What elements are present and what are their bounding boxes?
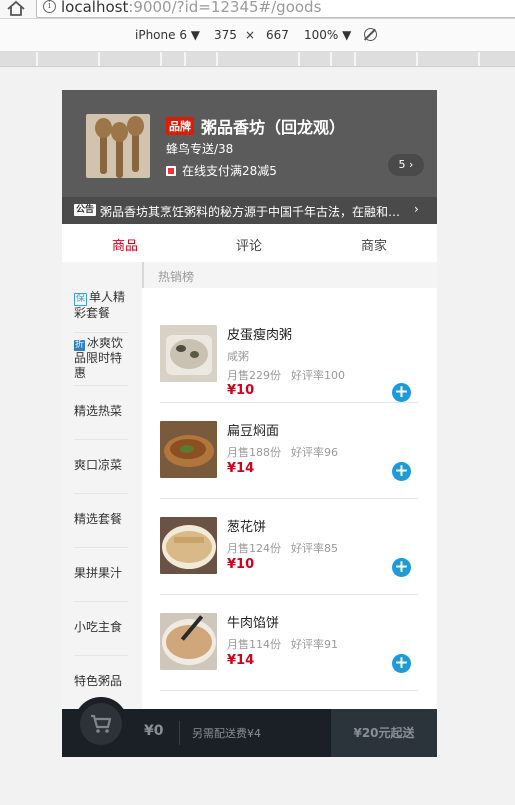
add-to-cart-button[interactable]: + — [392, 654, 411, 673]
add-to-cart-button[interactable]: + — [392, 558, 411, 577]
tab-goods[interactable]: 商品 — [112, 235, 138, 254]
section-title-text: 热销榜 — [158, 270, 195, 284]
bulletin-tag: 公告 — [74, 204, 97, 216]
zoom-label: 100% — [304, 28, 339, 42]
sold-count: 月售124份 — [227, 542, 281, 555]
bulletin-bar[interactable]: 公告 粥品香坊其烹饪粥料的秘方源于中国千年古法，在融和现代制作工艺，由世代厨师精… — [62, 197, 437, 224]
checkout-button[interactable]: ¥20元起送 — [331, 709, 437, 757]
width-field[interactable]: 375 — [214, 28, 237, 42]
food-desc: 咸粥 — [227, 350, 249, 363]
tab-seller[interactable]: 商家 — [361, 235, 387, 254]
sold-count: 月售114份 — [227, 638, 281, 651]
rating: 好评率85 — [291, 542, 338, 555]
food-image — [160, 517, 217, 574]
food-price: ¥10 — [227, 383, 255, 398]
food-item[interactable]: 皮蛋瘦肉粥 咸粥 月售229份 好评率100 ¥10 + — [160, 307, 418, 403]
menu-item-snacks[interactable]: 小吃主食 — [74, 620, 128, 635]
guarantee-icon: 保 — [74, 293, 88, 306]
add-to-cart-button[interactable]: + — [392, 462, 411, 481]
menu-item-combo[interactable]: 保单人精彩套餐 — [74, 290, 128, 321]
caret-down-icon: ▼ — [342, 28, 352, 42]
divider — [179, 721, 180, 745]
food-sales: 月售124份 好评率85 — [227, 540, 338, 556]
menu-item-hot-dishes[interactable]: 精选热菜 — [74, 404, 128, 419]
food-item[interactable]: 牛肉馅饼 月售114份 好评率91 ¥14 + — [160, 595, 418, 691]
info-icon[interactable]: i — [43, 0, 56, 13]
food-sales: 月售188份 好评率96 — [227, 444, 338, 460]
tab-bar: 商品 评论 商家 — [62, 224, 437, 263]
tab-ratings[interactable]: 评论 — [236, 235, 262, 254]
discount-icon: 折 — [74, 340, 86, 351]
food-name: 葱花饼 — [227, 520, 267, 535]
food-name: 扁豆焖面 — [227, 424, 280, 439]
food-price: ¥10 — [227, 557, 255, 572]
device-label: iPhone 6 — [135, 28, 187, 42]
address-bar: i localhost:9000/?id=12345#/goods — [0, 0, 515, 19]
rating: 好评率91 — [291, 638, 338, 651]
food-price: ¥14 — [227, 461, 255, 476]
cart-bar[interactable]: ¥0 另需配送费¥4 ¥20元起送 — [62, 697, 437, 757]
menu-item-drinks[interactable]: 折冰爽饮品限时特惠 — [74, 336, 128, 381]
delivery-fee: 另需配送费¥4 — [192, 727, 261, 740]
rating: 好评率100 — [291, 369, 345, 382]
menu-item-juice[interactable]: 果拼果汁 — [74, 566, 128, 581]
rotate-icon[interactable] — [364, 28, 377, 41]
dimension-separator: × — [245, 28, 256, 42]
food-image — [160, 421, 217, 478]
bulletin-text: 粥品香坊其烹饪粥料的秘方源于中国千年古法，在融和现代制作工艺，由世代厨师精心熬制… — [100, 205, 405, 219]
discount-icon — [166, 166, 176, 176]
food-name: 牛肉馅饼 — [227, 616, 280, 631]
food-image — [160, 325, 217, 382]
device-select[interactable]: iPhone 6 ▼ — [135, 28, 200, 42]
food-item[interactable]: 扁豆焖面 月售188份 好评率96 ¥14 + — [160, 403, 418, 499]
shopping-cart-icon — [91, 714, 112, 733]
seller-avatar — [86, 114, 150, 178]
cart-button[interactable] — [74, 697, 128, 751]
support-info: 在线支付满28减5 — [166, 162, 277, 179]
menu-item-set-meals[interactable]: 精选套餐 — [74, 512, 128, 527]
brand-badge: 品牌 — [166, 117, 194, 135]
url-host: localhost — [61, 0, 129, 16]
add-to-cart-button[interactable]: + — [392, 383, 411, 402]
food-name: 皮蛋瘦肉粥 — [227, 328, 293, 343]
food-list: 热销榜 皮蛋瘦肉粥 咸粥 月售229份 好评率100 ¥10 + 扁豆焖面 月售1… — [142, 262, 437, 709]
delivery-info: 蜂鸟专送/38 — [166, 142, 234, 156]
phone-viewport: 品牌 粥品香坊（回龙观） 蜂鸟专送/38 在线支付满28减5 5 › 公告 粥品… — [62, 90, 437, 757]
category-menu: 保单人精彩套餐 折冰爽饮品限时特惠 精选热菜 爽口凉菜 精选套餐 果拼果汁 小吃… — [62, 262, 142, 709]
support-count-button[interactable]: 5 › — [388, 154, 424, 176]
support-text: 在线支付满28减5 — [182, 164, 277, 178]
food-price: ¥14 — [227, 653, 255, 668]
home-icon[interactable] — [6, 0, 26, 16]
food-item[interactable]: 葱花饼 月售124份 好评率85 ¥10 + — [160, 499, 418, 595]
menu-item-porridge[interactable]: 特色粥品 — [74, 674, 128, 689]
seller-header[interactable]: 品牌 粥品香坊（回龙观） 蜂鸟专送/38 在线支付满28减5 5 › 公告 粥品… — [62, 90, 437, 224]
food-sales: 月售229份 好评率100 — [227, 367, 345, 383]
chevron-right-icon: › — [414, 202, 419, 216]
media-query-bar — [0, 52, 515, 67]
seller-name: 粥品香坊（回龙观） — [201, 118, 346, 137]
rating: 好评率96 — [291, 446, 338, 459]
sold-count: 月售188份 — [227, 446, 281, 459]
zoom-select[interactable]: 100% ▼ — [304, 28, 351, 42]
food-sales: 月售114份 好评率91 — [227, 636, 338, 652]
device-toolbar: iPhone 6 ▼ 375 × 667 100% ▼ — [0, 19, 515, 52]
url-path: :9000/?id=12345#/goods — [128, 0, 322, 16]
food-image — [160, 613, 217, 670]
caret-down-icon: ▼ — [190, 28, 201, 42]
url-text: localhost:9000/?id=12345#/goods — [61, 0, 321, 16]
height-field[interactable]: 667 — [266, 28, 289, 42]
cart-total: ¥0 — [144, 723, 164, 739]
sold-count: 月售229份 — [227, 369, 281, 382]
section-title: 热销榜 — [142, 262, 437, 288]
url-field[interactable]: i localhost:9000/?id=12345#/goods — [36, 0, 515, 18]
menu-item-cold-dishes[interactable]: 爽口凉菜 — [74, 458, 128, 473]
